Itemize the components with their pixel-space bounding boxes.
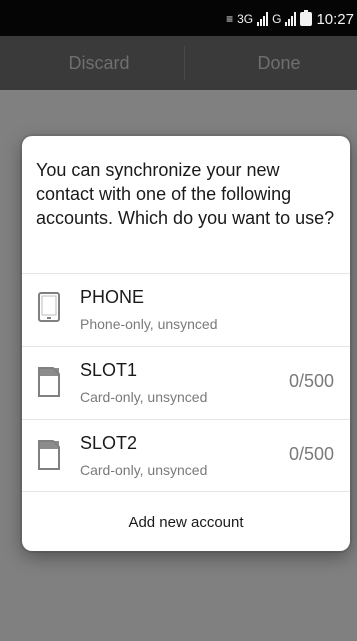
account-count: 0/500 — [288, 444, 334, 464]
account-subtitle: Card-only, unsynced — [80, 389, 208, 405]
discard-button[interactable]: Discard — [10, 36, 188, 90]
battery-icon — [300, 10, 313, 26]
vibrate-icon: ≡ — [226, 12, 234, 26]
account-title: SLOT1 — [80, 360, 138, 380]
signal-icon-2 — [285, 12, 297, 26]
network-type: 3G — [237, 12, 254, 26]
add-new-account-button[interactable]: Add new account — [22, 491, 350, 551]
account-picker-dialog: You can synchronize your new contact wit… — [22, 136, 350, 551]
done-button[interactable]: Done — [190, 36, 357, 90]
account-title: SLOT2 — [80, 433, 138, 453]
action-bar: Discard Done — [0, 36, 357, 90]
sim-card-icon — [38, 367, 60, 397]
network-type-2: G — [272, 12, 282, 26]
status-bar: ≡ 3G G 10:27 — [0, 0, 357, 36]
account-count: 0/500 — [288, 371, 334, 391]
account-title: PHONE — [80, 287, 145, 307]
clock: 10:27 — [316, 10, 354, 28]
account-row-phone[interactable]: PHONE Phone-only, unsynced — [22, 273, 350, 346]
dialog-message: You can synchronize your new contact wit… — [36, 160, 335, 228]
account-row-slot1[interactable]: SLOT1 Card-only, unsynced 0/500 — [22, 346, 350, 419]
signal-icon — [257, 12, 269, 26]
status-icons: ≡ 3G G 10:27 — [226, 9, 354, 29]
account-subtitle: Phone-only, unsynced — [80, 316, 218, 332]
account-row-slot2[interactable]: SLOT2 Card-only, unsynced 0/500 — [22, 419, 350, 492]
account-subtitle: Card-only, unsynced — [80, 462, 208, 478]
phone-icon — [38, 292, 60, 322]
action-divider — [184, 46, 185, 80]
sim-card-icon — [38, 440, 60, 470]
